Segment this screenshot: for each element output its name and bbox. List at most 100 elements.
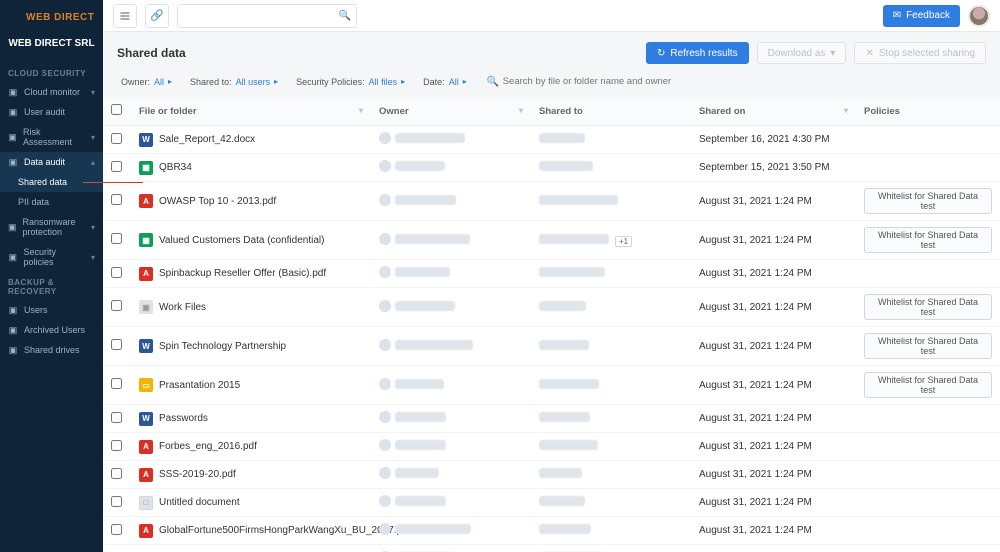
policy-button[interactable]: Whitelist for Shared Data test [864, 188, 992, 214]
row-checkbox[interactable] [111, 468, 122, 479]
refresh-icon: ↻ [657, 48, 665, 59]
date-cell: August 31, 2021 1:24 PM [691, 545, 856, 552]
row-checkbox[interactable] [111, 339, 122, 350]
top-search-input[interactable] [177, 4, 357, 28]
user-avatar-icon [379, 378, 391, 390]
sidebar-item[interactable]: ▣Shared drives [0, 340, 103, 360]
share-off-icon: ✕ [865, 48, 873, 59]
share-icon: 🔗 [150, 9, 164, 22]
table-row: ▦QBR34September 15, 2021 3:50 PM [103, 154, 1000, 182]
row-checkbox[interactable] [111, 233, 122, 244]
file-name[interactable]: SSS-2019-20.pdf [159, 469, 236, 480]
col-sharedon[interactable]: Shared on▾ [691, 97, 856, 126]
user-avatar-icon [379, 339, 391, 351]
owner-cell [379, 233, 470, 245]
sidebar-item-label: User audit [24, 107, 65, 117]
sharedto-cell [539, 414, 590, 425]
sharedto-cell [539, 526, 591, 537]
file-name[interactable]: Spin Technology Partnership [159, 341, 286, 352]
select-all-checkbox[interactable] [111, 104, 122, 115]
sidebar-subitem[interactable]: Shared data [0, 172, 103, 192]
filter-policies[interactable]: Security Policies: All files ▸ [296, 77, 405, 87]
row-checkbox[interactable] [111, 524, 122, 535]
filter-date[interactable]: Date: All ▸ [423, 77, 467, 87]
chevron-down-icon: ▾ [91, 223, 95, 232]
sidebar-item-label: Shared drives [24, 345, 80, 355]
policy-button[interactable]: Whitelist for Shared Data test [864, 372, 992, 398]
file-type-icon: A [139, 267, 153, 281]
sharedto-cell [539, 163, 593, 174]
share-button[interactable]: 🔗 [145, 4, 169, 28]
file-type-icon: W [139, 412, 153, 426]
chevron-down-icon: ▾ [91, 88, 95, 97]
caret-right-icon: ▸ [274, 77, 278, 86]
download-button[interactable]: Download as ▾ [757, 42, 847, 64]
file-name[interactable]: Work Files [159, 302, 206, 313]
table-scroll[interactable]: File or folder▾ Owner▾ Shared to Shared … [103, 97, 1000, 552]
user-avatar-icon [379, 233, 391, 245]
sidebar-item[interactable]: ▣Cloud monitor▾ [0, 82, 103, 102]
file-name[interactable]: OWASP Top 10 - 2013.pdf [159, 196, 276, 207]
chat-icon: ✉ [893, 10, 901, 21]
search-icon: 🔍 [487, 76, 499, 87]
file-name[interactable]: Passwords [159, 413, 208, 424]
stop-sharing-button[interactable]: ✕ Stop selected sharing [854, 42, 986, 64]
avatar[interactable] [968, 5, 990, 27]
file-type-icon: ▭ [139, 378, 153, 392]
table-search-input[interactable] [485, 74, 745, 89]
sidebar-item[interactable]: ▣Risk Assessment▾ [0, 122, 103, 152]
file-name[interactable]: Valued Customers Data (confidential) [159, 235, 324, 246]
sidebar-item[interactable]: ▣Archived Users [0, 320, 103, 340]
feedback-button[interactable]: ✉ Feedback [883, 5, 960, 27]
col-policies[interactable]: Policies [856, 97, 1000, 126]
col-file[interactable]: File or folder▾ [131, 97, 371, 126]
row-checkbox[interactable] [111, 133, 122, 144]
file-name[interactable]: Spinbackup Reseller Offer (Basic).pdf [159, 268, 326, 279]
file-name[interactable]: Prasantation 2015 [159, 380, 240, 391]
hamburger-icon [119, 10, 131, 22]
section-backup: BACKUP & RECOVERY [0, 272, 103, 300]
filter-sharedto[interactable]: Shared to: All users ▸ [190, 77, 278, 87]
topbar: 🔗 🔍 ✉ Feedback [103, 0, 1000, 32]
caret-right-icon: ▸ [168, 77, 172, 86]
row-checkbox[interactable] [111, 412, 122, 423]
row-checkbox[interactable] [111, 194, 122, 205]
file-name[interactable]: QBR34 [159, 162, 192, 173]
file-name[interactable]: GlobalFortune500FirmsHongParkWangXu_BU_2… [159, 525, 410, 536]
menu-button[interactable] [113, 4, 137, 28]
chevron-down-icon: ▾ [91, 133, 95, 142]
policy-button[interactable]: Whitelist for Shared Data test [864, 294, 992, 320]
col-sharedto[interactable]: Shared to [531, 97, 691, 126]
sidebar-item[interactable]: ▣Ransomware protection▾ [0, 212, 103, 242]
policy-button[interactable]: Whitelist for Shared Data test [864, 333, 992, 359]
filter-bar: Owner: All ▸ Shared to: All users ▸ Secu… [103, 74, 1000, 97]
refresh-button[interactable]: ↻ Refresh results [646, 42, 749, 64]
file-name[interactable]: Untitled document [159, 497, 240, 508]
nav-icon: ▣ [8, 305, 18, 315]
sidebar-item[interactable]: ▣Data audit▴ [0, 152, 103, 172]
row-checkbox[interactable] [111, 496, 122, 507]
plus-badge[interactable]: +1 [615, 236, 632, 247]
row-checkbox[interactable] [111, 440, 122, 451]
table-row: WSpin Technology PartnershipAugust 31, 2… [103, 327, 1000, 366]
file-name[interactable]: Sale_Report_42.docx [159, 134, 255, 145]
owner-cell [379, 300, 455, 312]
file-type-icon: A [139, 440, 153, 454]
col-owner[interactable]: Owner▾ [371, 97, 531, 126]
sidebar-item[interactable]: ▣User audit [0, 102, 103, 122]
row-checkbox[interactable] [111, 267, 122, 278]
user-avatar-icon [379, 300, 391, 312]
file-name[interactable]: Forbes_eng_2016.pdf [159, 441, 257, 452]
row-checkbox[interactable] [111, 300, 122, 311]
sidebar-subitem[interactable]: PII data [0, 192, 103, 212]
row-checkbox[interactable] [111, 161, 122, 172]
sort-icon: ▾ [359, 106, 363, 115]
caret-right-icon: ▸ [463, 77, 467, 86]
row-checkbox[interactable] [111, 378, 122, 389]
date-cell: September 16, 2021 4:30 PM [691, 126, 856, 154]
files-table: File or folder▾ Owner▾ Shared to Shared … [103, 97, 1000, 552]
sidebar-item[interactable]: ▣Users [0, 300, 103, 320]
policy-button[interactable]: Whitelist for Shared Data test [864, 227, 992, 253]
sidebar-item[interactable]: ▣Security policies▾ [0, 242, 103, 272]
filter-owner[interactable]: Owner: All ▸ [121, 77, 172, 87]
